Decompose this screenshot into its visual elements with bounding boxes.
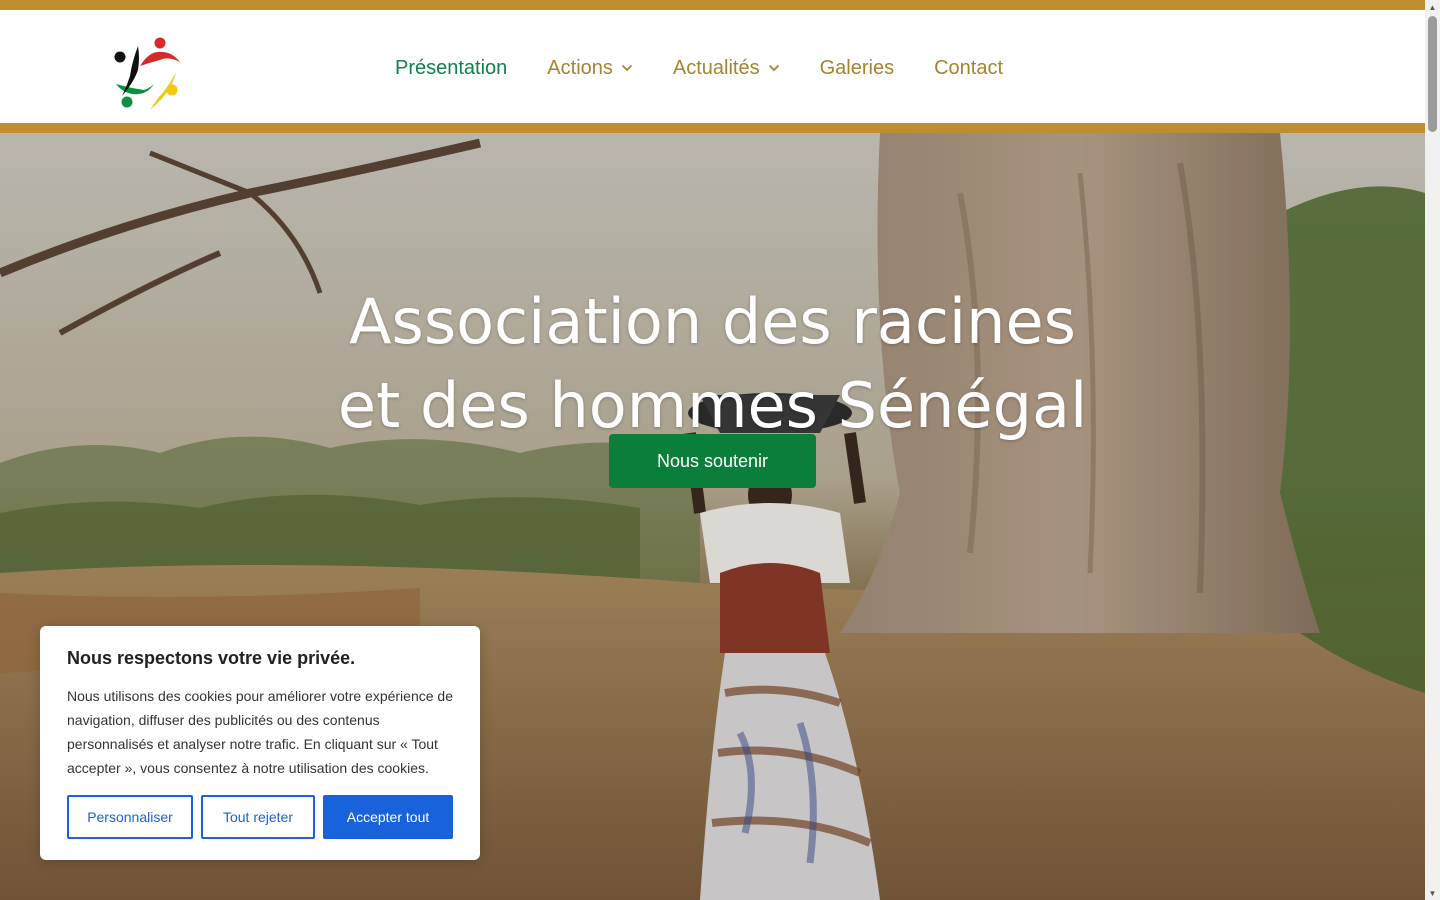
scroll-down-arrow-icon[interactable]: ▼ xyxy=(1425,886,1440,900)
site-logo[interactable] xyxy=(110,32,186,114)
accept-all-cookies-button[interactable]: Accepter tout xyxy=(323,795,453,839)
nav-item-label: Contact xyxy=(934,56,1004,79)
chevron-down-icon xyxy=(768,64,779,72)
nav-item-label: Actions xyxy=(547,56,613,79)
nav-item-presentation[interactable]: Présentation xyxy=(395,57,507,80)
cookie-banner-text: Nous utilisons des cookies pour améliore… xyxy=(67,688,453,776)
cookie-consent-banner: Nous respectons votre vie privée. Nous u… xyxy=(40,626,480,860)
nav-item-contact[interactable]: Contact xyxy=(934,57,1003,80)
nav-item-label: Actualités xyxy=(672,56,760,79)
hero-title-line-1: Association des racines xyxy=(349,284,1076,358)
chevron-down-icon xyxy=(621,64,633,72)
cookie-banner-title: Nous respectons votre vie privée. xyxy=(67,648,356,668)
people-circle-logo-icon xyxy=(114,37,180,110)
customize-cookies-button[interactable]: Personnaliser xyxy=(67,795,193,839)
hero-title: Association des racines et des hommes Sé… xyxy=(0,280,1425,448)
site-header: Présentation Actions Actualités Galeries… xyxy=(0,10,1425,123)
page-scrollbar[interactable]: ▲ ▼ xyxy=(1425,0,1440,900)
nav-item-actions[interactable]: Actions xyxy=(547,57,633,80)
nav-item-galeries[interactable]: Galeries xyxy=(820,57,894,80)
nav-item-label: Présentation xyxy=(395,56,508,79)
header-accent-bar xyxy=(0,123,1425,133)
support-button[interactable]: Nous soutenir xyxy=(609,434,816,488)
scroll-up-arrow-icon[interactable]: ▲ xyxy=(1425,0,1440,14)
nav-item-label: Galeries xyxy=(819,56,895,79)
hero-title-line-2: et des hommes Sénégal xyxy=(337,368,1088,442)
top-accent-bar xyxy=(0,0,1425,10)
nav-item-actualites[interactable]: Actualités xyxy=(673,57,780,80)
reject-all-cookies-button[interactable]: Tout rejeter xyxy=(201,795,315,839)
scrollbar-thumb[interactable] xyxy=(1428,16,1437,132)
main-navigation: Présentation Actions Actualités Galeries… xyxy=(395,54,1043,82)
